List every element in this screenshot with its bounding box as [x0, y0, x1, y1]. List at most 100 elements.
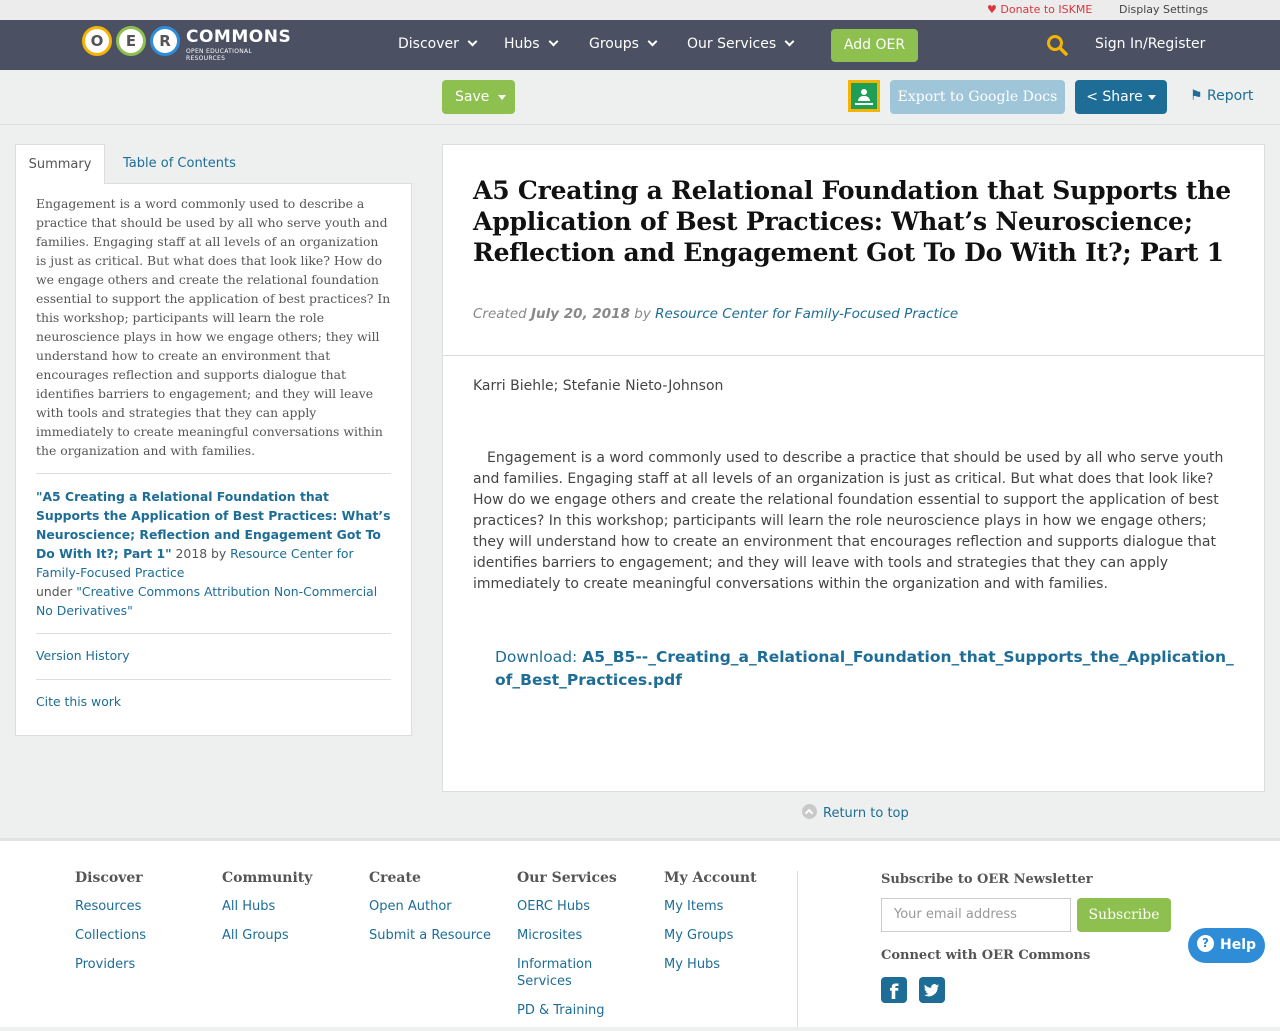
- tab-summary[interactable]: Summary: [15, 144, 105, 184]
- chevron-down-icon: [548, 36, 559, 47]
- flag-icon: ⚑: [1190, 88, 1203, 104]
- return-to-top-label: Return to top: [823, 806, 909, 821]
- nav-our-services-label: Our Services: [687, 36, 777, 52]
- nav-hubs[interactable]: Hubs: [504, 36, 559, 52]
- resource-title: A5 Creating a Relational Foundation that…: [473, 176, 1231, 267]
- footer-link[interactable]: Information Services: [517, 956, 632, 990]
- footer-link[interactable]: My Hubs: [664, 956, 784, 973]
- chevron-down-icon: [467, 36, 478, 47]
- main-nav: O E R COMMONS OPEN EDUCATIONAL RESOURCES…: [0, 20, 1280, 70]
- created-label: Created: [473, 306, 532, 322]
- caret-down-icon: [1147, 94, 1156, 100]
- question-icon: ?: [1197, 934, 1214, 952]
- twitter-bird-glyph: [924, 984, 939, 997]
- nav-discover[interactable]: Discover: [398, 36, 478, 52]
- footer-link[interactable]: Microsites: [517, 927, 632, 944]
- arrow-up-icon: [802, 804, 817, 819]
- twitter-icon[interactable]: [919, 977, 945, 1003]
- caret-down-icon: [498, 94, 507, 100]
- display-settings-link[interactable]: Display Settings: [1119, 3, 1208, 16]
- return-to-top-link[interactable]: Return to top: [802, 804, 909, 821]
- footer-link[interactable]: Open Author: [369, 898, 499, 915]
- add-oer-button[interactable]: Add OER: [831, 29, 918, 62]
- download-label: Download:: [495, 648, 583, 666]
- newsletter-heading: Subscribe to OER Newsletter: [881, 872, 1093, 887]
- footer-link[interactable]: Submit a Resource: [369, 927, 499, 944]
- nav-groups[interactable]: Groups: [589, 36, 658, 52]
- sidebar-tabs: Summary Table of Contents: [15, 144, 412, 184]
- footer-link[interactable]: PD & Training: [517, 1002, 632, 1019]
- chevron-down-icon: [784, 36, 795, 47]
- resource-toolbar: Save Export to Google Docs < Share ⚑ Rep…: [0, 70, 1280, 125]
- footer-link[interactable]: Resources: [75, 898, 205, 915]
- heart-icon: ♥: [987, 3, 997, 16]
- utility-bar: ♥ Donate to ISKME Display Settings: [0, 0, 1280, 20]
- authors: Karri Biehle; Stefanie Nieto-Johnson: [473, 378, 724, 394]
- nav-our-services[interactable]: Our Services: [687, 36, 795, 52]
- save-label: Save: [455, 89, 490, 105]
- logo-letter-o: O: [82, 26, 112, 56]
- footer-heading: Community: [222, 870, 313, 886]
- footer-link[interactable]: All Hubs: [222, 898, 352, 915]
- help-label: Help: [1220, 937, 1257, 953]
- attribution-under: under: [36, 584, 77, 599]
- cite-this-work-link[interactable]: Cite this work: [36, 694, 121, 709]
- help-button[interactable]: ? Help: [1188, 928, 1265, 963]
- footer-link[interactable]: OERC Hubs: [517, 898, 632, 915]
- export-google-docs-button[interactable]: Export to Google Docs: [890, 80, 1065, 114]
- nav-hubs-label: Hubs: [504, 36, 540, 52]
- facebook-icon[interactable]: f: [881, 977, 907, 1004]
- sign-in-register-link[interactable]: Sign In/Register: [1095, 36, 1205, 52]
- by-label: by: [629, 306, 656, 322]
- footer-link[interactable]: My Items: [664, 898, 784, 915]
- download-filename: A5_B5--_Creating_a_Relational_Foundation…: [495, 648, 1234, 689]
- logo-tagline: OPEN EDUCATIONAL RESOURCES: [186, 48, 253, 62]
- footer-divider: [797, 871, 798, 1027]
- save-button[interactable]: Save: [442, 80, 515, 114]
- resource-description: Engagement is a word commonly used to de…: [473, 450, 1224, 592]
- logo-letter-r: R: [150, 26, 180, 56]
- footer-link[interactable]: Providers: [75, 956, 205, 973]
- footer-col-our-services: Our Services OERC Hubs Microsites Inform…: [517, 870, 632, 1031]
- logo-letter-e: E: [116, 26, 146, 56]
- divider: [36, 679, 391, 680]
- connect-heading: Connect with OER Commons: [881, 948, 1091, 963]
- provider-link[interactable]: Resource Center for Family-Focused Pract…: [655, 306, 958, 322]
- divider: [443, 355, 1264, 356]
- license-link[interactable]: "Creative Commons Attribution Non-Commer…: [36, 584, 377, 618]
- search-icon[interactable]: [1046, 34, 1068, 56]
- donate-label: Donate to ISKME: [1000, 3, 1093, 16]
- nav-discover-label: Discover: [398, 36, 459, 52]
- footer-link[interactable]: Collections: [75, 927, 205, 944]
- footer-link[interactable]: My Groups: [664, 927, 784, 944]
- divider: [36, 633, 391, 634]
- footer-col-my-account: My Account My Items My Groups My Hubs: [664, 870, 784, 985]
- footer-heading: Discover: [75, 870, 143, 886]
- resource-content: A5 Creating a Relational Foundation that…: [442, 144, 1265, 792]
- version-history-link[interactable]: Version History: [36, 648, 130, 663]
- subscribe-button[interactable]: Subscribe: [1077, 898, 1171, 932]
- footer-col-discover: Discover Resources Collections Providers: [75, 870, 205, 985]
- footer: Discover Resources Collections Providers…: [0, 838, 1280, 1027]
- nav-groups-label: Groups: [589, 36, 639, 52]
- share-label: Share: [1102, 89, 1143, 105]
- oer-commons-logo[interactable]: O E R COMMONS OPEN EDUCATIONAL RESOURCES: [82, 26, 292, 62]
- donate-link[interactable]: ♥ Donate to ISKME: [987, 3, 1092, 16]
- share-icon: <: [1086, 89, 1098, 105]
- tab-table-of-contents[interactable]: Table of Contents: [123, 144, 236, 184]
- logo-wordmark: COMMONS: [186, 27, 292, 47]
- footer-link[interactable]: All Groups: [222, 927, 352, 944]
- report-link[interactable]: ⚑ Report: [1190, 88, 1253, 104]
- footer-heading: Our Services: [517, 870, 617, 886]
- chevron-down-icon: [647, 36, 658, 47]
- divider: [36, 473, 391, 474]
- share-button[interactable]: < Share: [1075, 80, 1167, 114]
- footer-col-community: Community All Hubs All Groups: [222, 870, 352, 956]
- attribution: "A5 Creating a Relational Foundation tha…: [36, 487, 392, 620]
- newsletter-email-input[interactable]: Your email address: [881, 898, 1071, 932]
- created-date: July 20, 2018: [531, 306, 630, 322]
- download-link[interactable]: Download: A5_B5--_Creating_a_Relational_…: [495, 646, 1237, 692]
- footer-col-create: Create Open Author Submit a Resource: [369, 870, 499, 956]
- summary-panel: Engagement is a word commonly used to de…: [15, 183, 412, 736]
- google-classroom-icon[interactable]: [848, 80, 880, 112]
